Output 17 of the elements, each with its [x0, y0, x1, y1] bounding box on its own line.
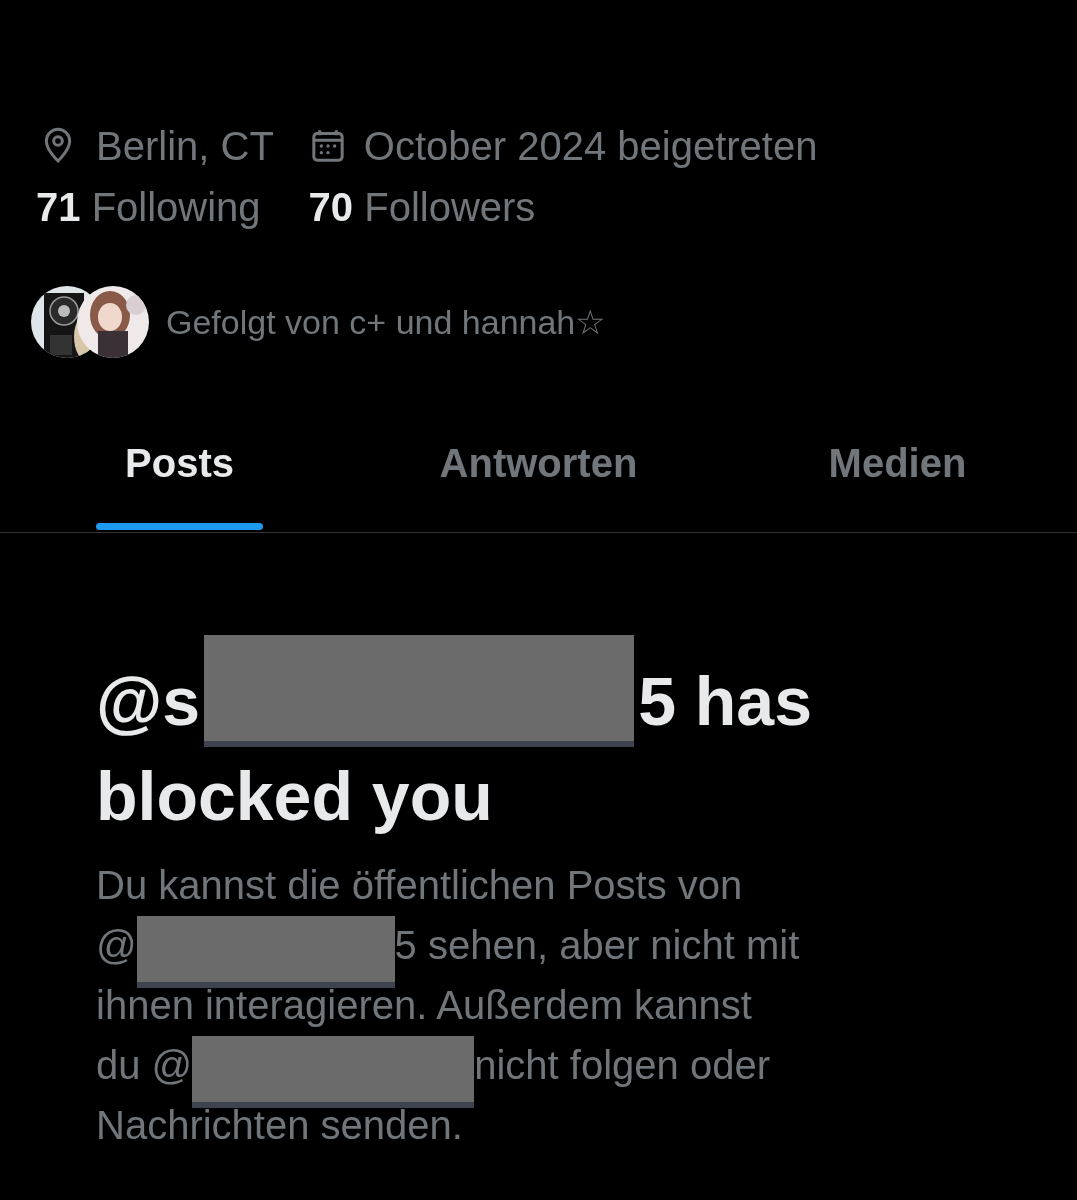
profile-tab[interactable]: Posts	[0, 402, 359, 532]
profile-tab[interactable]: Medien	[718, 402, 1077, 532]
notice-text: 5 sehen, aber nicht mit	[394, 925, 800, 965]
notice-text: @	[96, 925, 137, 965]
notice-title: 5 has	[638, 666, 812, 735]
notice-text: du @	[96, 1045, 193, 1085]
notice-text: Du kannst die öffentlichen Posts von	[96, 865, 743, 905]
profile-tab[interactable]: Antworten	[359, 402, 718, 532]
notice-text: ihnen interagieren. Außerdem kannst	[96, 985, 752, 1025]
stat-link[interactable]: 71 Following	[36, 187, 261, 227]
location-text: Berlin, CT	[96, 126, 274, 166]
join-date: October 2024 beigetreten	[363, 126, 818, 166]
notice-text: Nachrichten senden.	[96, 1105, 463, 1145]
notice-title: @s	[96, 666, 201, 735]
notice-text: nicht folgen oder	[474, 1045, 770, 1085]
followed-by-text: Gefolgt von c+ und hannah☆	[166, 305, 606, 339]
stat-link[interactable]: 70 Followers	[308, 187, 536, 227]
